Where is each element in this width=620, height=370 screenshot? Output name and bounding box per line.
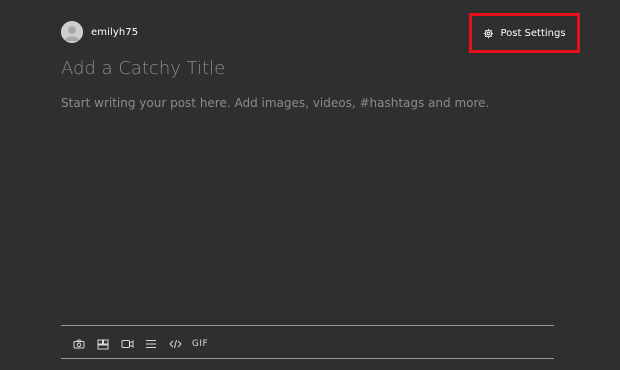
body-input[interactable]: Start writing your post here. Add images… — [61, 96, 489, 110]
post-editor: emilyh75 Post Settings Add a Catchy Titl… — [0, 0, 620, 370]
gif-button[interactable]: GIF — [190, 335, 210, 353]
camera-icon[interactable] — [70, 335, 88, 353]
video-icon[interactable] — [118, 335, 136, 353]
gallery-icon[interactable] — [94, 335, 112, 353]
toolbar-divider-top — [61, 325, 554, 326]
code-icon[interactable] — [166, 335, 184, 353]
gear-icon — [483, 24, 494, 43]
post-settings-button[interactable]: Post Settings — [469, 13, 580, 53]
author-info: emilyh75 — [61, 21, 138, 43]
editor-toolbar: GIF — [70, 335, 210, 353]
username: emilyh75 — [91, 26, 139, 38]
user-avatar-icon — [61, 21, 83, 43]
toolbar-divider-bottom — [61, 358, 554, 359]
post-settings-label: Post Settings — [500, 27, 566, 39]
divider-icon[interactable] — [142, 335, 160, 353]
title-input[interactable]: Add a Catchy Title — [61, 58, 225, 79]
